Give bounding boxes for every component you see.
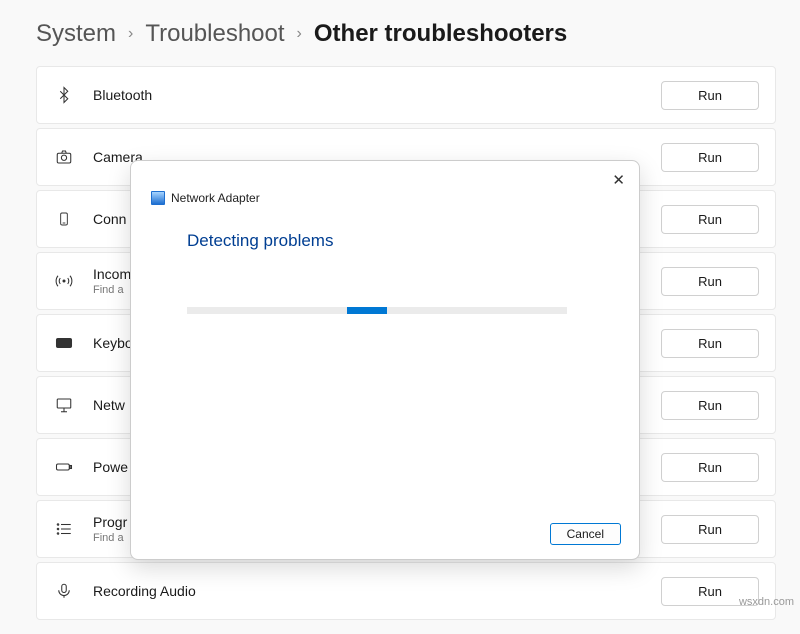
run-button[interactable]: Run <box>661 391 759 420</box>
battery-icon <box>53 456 75 478</box>
run-button[interactable]: Run <box>661 515 759 544</box>
list-icon <box>53 518 75 540</box>
run-button[interactable]: Run <box>661 81 759 110</box>
watermark: wsxdn.com <box>739 596 794 608</box>
breadcrumb: System › Troubleshoot › Other troublesho… <box>36 20 776 48</box>
troubleshooter-dialog: ✕ Network Adapter Detecting problems Can… <box>130 160 640 560</box>
row-label: Bluetooth <box>93 87 661 103</box>
close-icon: ✕ <box>612 172 625 189</box>
dialog-heading: Detecting problems <box>187 231 583 251</box>
run-button[interactable]: Run <box>661 329 759 358</box>
signal-icon <box>53 270 75 292</box>
troubleshooter-row-bluetooth[interactable]: Bluetooth Run <box>36 66 776 124</box>
run-button[interactable]: Run <box>661 205 759 234</box>
camera-icon <box>53 146 75 168</box>
dialog-body: Detecting problems <box>149 205 621 523</box>
bluetooth-icon <box>53 84 75 106</box>
network-adapter-icon <box>151 191 165 205</box>
row-label: Recording Audio <box>93 583 661 599</box>
microphone-icon <box>53 580 75 602</box>
breadcrumb-troubleshoot[interactable]: Troubleshoot <box>145 20 284 48</box>
progress-fill <box>347 307 387 314</box>
keyboard-icon <box>53 332 75 354</box>
troubleshooter-row-recording[interactable]: Recording Audio Run <box>36 562 776 620</box>
monitor-icon <box>53 394 75 416</box>
breadcrumb-current: Other troubleshooters <box>314 20 567 48</box>
dialog-title: Network Adapter <box>171 191 260 205</box>
run-button[interactable]: Run <box>661 267 759 296</box>
progress-bar <box>187 307 567 314</box>
chevron-right-icon: › <box>128 25 133 43</box>
cancel-button[interactable]: Cancel <box>550 523 621 545</box>
close-button[interactable]: ✕ <box>612 171 625 189</box>
run-button[interactable]: Run <box>661 453 759 482</box>
phone-icon <box>53 208 75 230</box>
breadcrumb-system[interactable]: System <box>36 20 116 48</box>
dialog-titlebar: Network Adapter <box>151 191 621 205</box>
run-button[interactable]: Run <box>661 143 759 172</box>
chevron-right-icon: › <box>297 25 302 43</box>
dialog-footer: Cancel <box>149 523 621 545</box>
